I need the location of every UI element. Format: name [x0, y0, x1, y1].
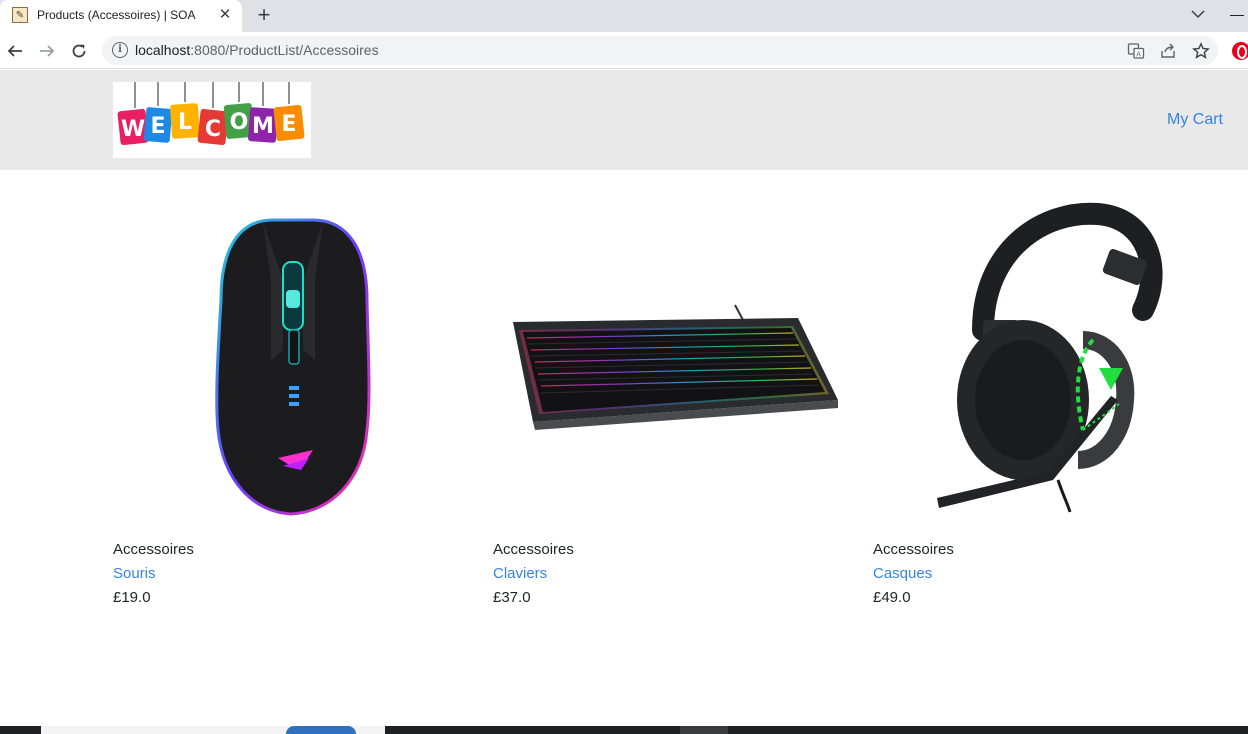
svg-text:O: O: [230, 110, 249, 135]
translate-icon[interactable]: A: [1126, 41, 1146, 61]
browser-tab[interactable]: ✎ Products (Accessoires) | SOA ✕: [0, 0, 242, 32]
svg-text:A: A: [1136, 50, 1141, 58]
product-name-link[interactable]: Souris: [113, 565, 156, 582]
product-card: Accessoires Souris £19.0: [113, 190, 473, 606]
product-price: £49.0: [873, 589, 911, 606]
opera-extension-icon[interactable]: [1232, 42, 1248, 60]
footer-emblem: [286, 726, 356, 734]
product-category: Accessoires: [873, 541, 954, 558]
minimize-icon[interactable]: [1230, 15, 1244, 16]
info-icon[interactable]: i: [112, 42, 128, 58]
site-header: W E L C O M E My Cart: [0, 70, 1248, 170]
url-host: localhost: [135, 42, 191, 58]
svg-text:C: C: [205, 117, 221, 142]
product-category: Accessoires: [493, 541, 574, 558]
svg-text:E: E: [150, 114, 165, 139]
chevron-down-icon[interactable]: [1188, 4, 1208, 24]
product-name-link[interactable]: Casques: [873, 565, 932, 582]
url-path: :8080/ProductList/Accessoires: [190, 42, 379, 58]
url-text: localhost:8080/ProductList/Accessoires: [135, 42, 379, 58]
favicon-icon: ✎: [12, 7, 28, 23]
forward-arrow-icon[interactable]: [36, 40, 58, 62]
svg-text:W: W: [121, 117, 145, 142]
product-name-link[interactable]: Claviers: [493, 565, 547, 582]
product-price: £37.0: [493, 589, 531, 606]
product-card: Accessoires Casques £49.0: [873, 190, 1233, 606]
svg-text:L: L: [178, 110, 192, 135]
close-tab-icon[interactable]: ✕: [216, 6, 234, 24]
new-tab-icon[interactable]: +: [252, 4, 276, 28]
gaming-headset-image[interactable]: [873, 190, 1223, 535]
share-icon[interactable]: [1158, 41, 1178, 61]
product-price: £19.0: [113, 589, 151, 606]
page-footer: [0, 726, 1248, 734]
bookmark-star-icon[interactable]: [1191, 41, 1211, 61]
svg-text:E: E: [281, 112, 296, 137]
product-card: Accessoires Claviers £37.0: [493, 190, 853, 606]
footer-block: [680, 726, 728, 734]
address-bar[interactable]: i localhost:8080/ProductList/Accessoires…: [102, 36, 1218, 65]
tab-title: Products (Accessoires) | SOA: [37, 8, 196, 22]
back-arrow-icon[interactable]: [4, 40, 26, 62]
gaming-mouse-image[interactable]: [113, 190, 463, 535]
browser-toolbar: i localhost:8080/ProductList/Accessoires…: [0, 32, 1248, 69]
product-category: Accessoires: [113, 541, 194, 558]
my-cart-link[interactable]: My Cart: [1167, 111, 1223, 129]
reload-icon[interactable]: [68, 40, 90, 62]
browser-tab-bar: ✎ Products (Accessoires) | SOA ✕ +: [0, 0, 1248, 32]
welcome-logo[interactable]: W E L C O M E: [113, 82, 311, 158]
rgb-keyboard-image[interactable]: [493, 190, 843, 535]
svg-text:M: M: [252, 114, 274, 139]
